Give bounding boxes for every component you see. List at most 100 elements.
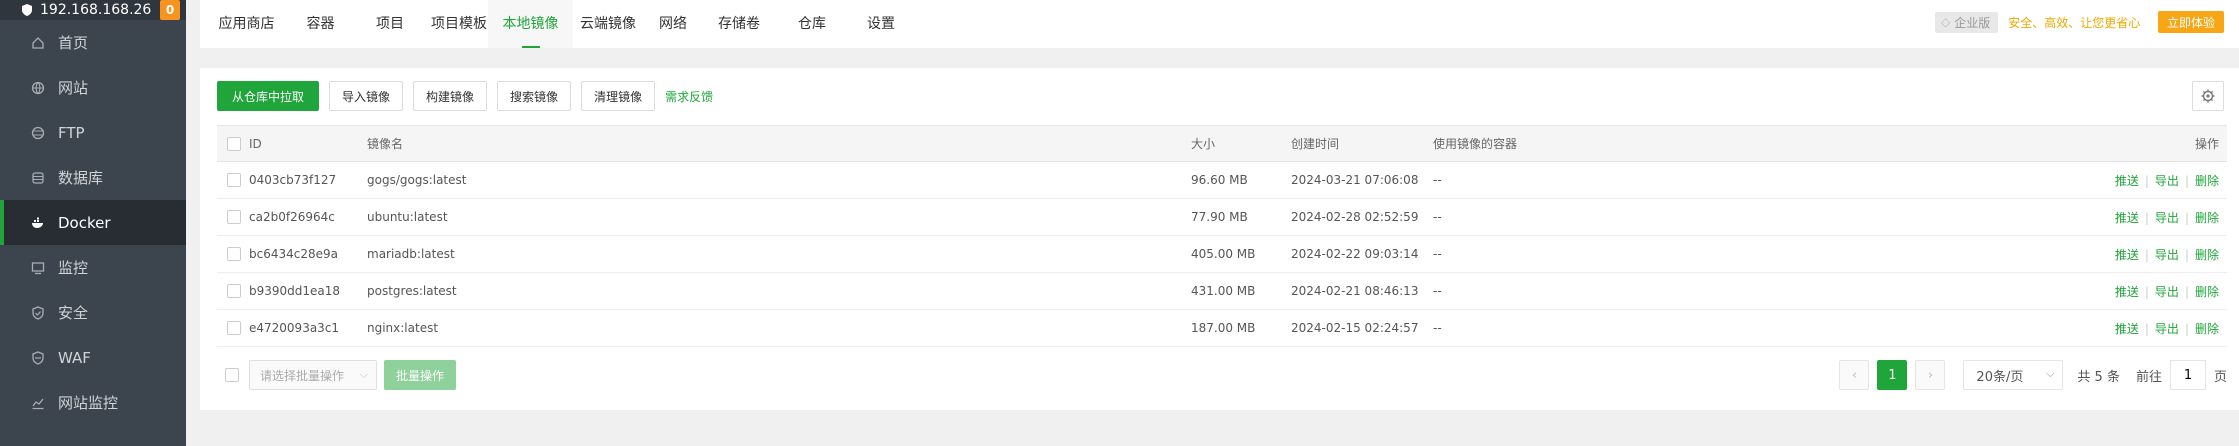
- top-tab-bar: 应用商店 容器 项目 项目模板 本地镜像 云端镜像 网络 存储卷 仓库 设置 ◇ 企业版 安全、高…: [200, 0, 2239, 48]
- separator: |: [2184, 173, 2189, 188]
- separator: |: [2144, 284, 2149, 299]
- push-link[interactable]: 推送: [2115, 285, 2139, 299]
- pull-from-registry-button[interactable]: 从仓库中拉取: [217, 81, 320, 111]
- tab-8[interactable]: 仓库: [789, 0, 835, 48]
- batch-operation-select[interactable]: 请选择批量操作 ⌵: [249, 360, 377, 390]
- row-checkbox[interactable]: [227, 210, 241, 225]
- separator: |: [2144, 321, 2149, 336]
- header-used-by: 使用镜像的容器: [1433, 125, 2027, 162]
- image-created: 2024-02-22 09:03:14: [1291, 235, 1433, 273]
- sidebar-item-label: 网站: [58, 79, 89, 97]
- shield-icon: [30, 305, 46, 321]
- tab-6[interactable]: 网络: [650, 0, 696, 48]
- image-id: ca2b0f26964c: [249, 198, 367, 236]
- row-checkbox[interactable]: [227, 247, 241, 262]
- import-image-button[interactable]: 导入镜像: [329, 81, 404, 111]
- tab-7[interactable]: 存储卷: [708, 0, 770, 48]
- push-link[interactable]: 推送: [2115, 174, 2139, 188]
- images-table: ID 镜像名 大小 创建时间 使用镜像的容器 操作 0403cb73f127 go…: [217, 125, 2227, 347]
- sidebar-item-数据库[interactable]: 数据库: [0, 155, 186, 200]
- tab-3[interactable]: 项目模板: [423, 0, 495, 48]
- export-link[interactable]: 导出: [2155, 174, 2179, 188]
- header-size: 大小: [1191, 125, 1291, 162]
- image-created: 2024-02-28 02:52:59: [1291, 198, 1433, 236]
- export-link[interactable]: 导出: [2155, 211, 2179, 225]
- header-image-name: 镜像名: [367, 125, 1191, 162]
- sidebar-item-网站[interactable]: 网站: [0, 65, 186, 110]
- push-link[interactable]: 推送: [2115, 248, 2139, 262]
- server-ip: 192.168.168.26: [40, 2, 152, 18]
- goto-page-input[interactable]: [2169, 360, 2206, 390]
- delete-link[interactable]: 删除: [2195, 322, 2219, 336]
- image-created: 2024-02-15 02:24:57: [1291, 309, 1433, 347]
- image-created: 2024-03-21 07:06:08: [1291, 161, 1433, 199]
- feedback-link[interactable]: 需求反馈: [665, 88, 713, 105]
- page-size-select[interactable]: 20条/页 ⌵: [1963, 360, 2064, 390]
- try-now-button[interactable]: 立即体验: [2158, 11, 2224, 33]
- push-link[interactable]: 推送: [2115, 211, 2139, 225]
- separator: |: [2144, 247, 2149, 262]
- sidebar-item-ftp[interactable]: FTP: [0, 110, 186, 155]
- table-footer: 请选择批量操作 ⌵ 批量操作 ‹ 1 › 20条/页 ⌵ 共 5 条 前往 页: [217, 360, 2227, 390]
- tab-0[interactable]: 应用商店: [212, 0, 281, 48]
- row-checkbox[interactable]: [227, 321, 241, 336]
- row-checkbox[interactable]: [227, 284, 241, 299]
- sidebar-item-label: 首页: [58, 34, 89, 52]
- footer-select-all-checkbox[interactable]: [225, 368, 239, 382]
- enterprise-badge: ◇ 企业版: [1935, 11, 1999, 33]
- image-used-by: --: [1433, 272, 2027, 310]
- sidebar-item-网站监控[interactable]: 网站监控: [0, 380, 186, 425]
- notification-badge[interactable]: 0: [160, 0, 180, 20]
- build-image-button[interactable]: 构建镜像: [413, 81, 488, 111]
- image-name: nginx:latest: [367, 309, 1191, 347]
- sidebar-item-首页[interactable]: 首页: [0, 20, 186, 65]
- delete-link[interactable]: 删除: [2195, 174, 2219, 188]
- globe-icon: [30, 80, 46, 96]
- row-checkbox[interactable]: [227, 173, 241, 188]
- image-id: 0403cb73f127: [249, 161, 367, 199]
- separator: |: [2144, 173, 2149, 188]
- image-size: 431.00 MB: [1191, 272, 1291, 310]
- sidebar-item-waf[interactable]: WAF: [0, 335, 186, 380]
- row-actions: 推送 | 导出 | 删除: [2027, 161, 2227, 199]
- sidebar-item-label: Docker: [58, 213, 111, 232]
- sidebar-item-安全[interactable]: 安全: [0, 290, 186, 335]
- prev-page-button[interactable]: ‹: [1839, 360, 1870, 390]
- sidebar-item-label: 监控: [58, 259, 89, 277]
- clean-image-button[interactable]: 清理镜像: [581, 81, 656, 111]
- sidebar-item-docker[interactable]: Docker: [0, 200, 186, 245]
- next-page-button[interactable]: ›: [1915, 360, 1946, 390]
- search-image-button[interactable]: 搜索镜像: [497, 81, 572, 111]
- export-link[interactable]: 导出: [2155, 322, 2179, 336]
- tab-1[interactable]: 容器: [297, 0, 344, 48]
- table-row: ca2b0f26964c ubuntu:latest 77.90 MB 2024-02…: [217, 198, 2227, 236]
- table-row: bc6434c28e9a mariadb:latest 405.00 MB 2024-…: [217, 235, 2227, 273]
- tab-4[interactable]: 本地镜像: [488, 0, 573, 48]
- delete-link[interactable]: 删除: [2195, 248, 2219, 262]
- settings-gear-button[interactable]: [2192, 81, 2224, 111]
- goto-label: 前往: [2135, 369, 2162, 385]
- export-link[interactable]: 导出: [2155, 285, 2179, 299]
- push-link[interactable]: 推送: [2115, 322, 2139, 336]
- page-size-value: 20条/页: [1976, 369, 2024, 385]
- delete-link[interactable]: 删除: [2195, 211, 2219, 225]
- image-used-by: --: [1433, 161, 2027, 199]
- sidebar-item-label: FTP: [58, 123, 85, 142]
- export-link[interactable]: 导出: [2155, 248, 2179, 262]
- sidebar-item-label: 安全: [58, 304, 89, 322]
- select-all-checkbox[interactable]: [227, 136, 241, 151]
- separator: |: [2184, 321, 2189, 336]
- sidebar-item-监控[interactable]: 监控: [0, 245, 186, 290]
- header-ops: 操作: [2027, 125, 2227, 162]
- tab-5[interactable]: 云端镜像: [566, 0, 650, 48]
- tab-2[interactable]: 项目: [366, 0, 414, 48]
- delete-link[interactable]: 删除: [2195, 285, 2219, 299]
- image-used-by: --: [1433, 235, 2027, 273]
- page-number-current[interactable]: 1: [1877, 360, 1908, 390]
- pagination: ‹ 1 › 20条/页 ⌵ 共 5 条 前往 页: [1839, 360, 2227, 390]
- image-created: 2024-02-21 08:46:13: [1291, 272, 1433, 310]
- batch-operation-button[interactable]: 批量操作: [384, 360, 456, 390]
- tab-9[interactable]: 设置: [855, 0, 907, 48]
- total-count: 共 5 条: [2077, 369, 2120, 385]
- chevron-down-icon: ⌵: [359, 368, 368, 381]
